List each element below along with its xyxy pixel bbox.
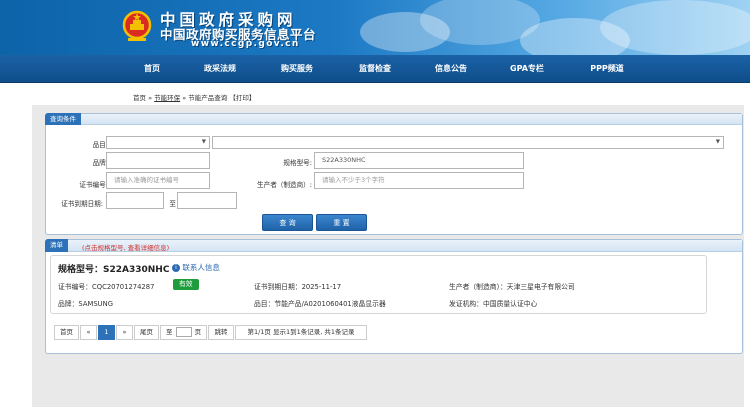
expiry-date-text: 证书到期日期：2025-11-17 xyxy=(254,283,342,291)
nav-item-announcements[interactable]: 信息公告 xyxy=(416,55,486,83)
main-nav: 首页 政采法规 购买服务 监督检查 信息公告 GPA专栏 PPP频道 xyxy=(0,55,750,83)
model-input[interactable]: S22A330NHC xyxy=(314,152,524,169)
site-header: 中国政府采购网 中国政府购买服务信息平台 www.ccgp.gov.cn xyxy=(0,0,750,55)
category-select-1[interactable]: ▼ xyxy=(106,136,210,149)
reset-button[interactable]: 重 置 xyxy=(316,214,367,231)
contact-info-label: 联系人信息 xyxy=(182,263,220,272)
nav-item-ppp[interactable]: PPP频道 xyxy=(572,55,642,83)
info-icon: i xyxy=(172,264,180,272)
query-panel: 查询条件 品目: ▼ ▼ 品牌: 规格型号: S22A330NHC 证书编号: … xyxy=(45,113,743,235)
dropdown-arrow-icon: ▼ xyxy=(715,139,720,145)
national-emblem-icon xyxy=(122,10,152,41)
results-panel-title: 清单 xyxy=(45,239,68,252)
breadcrumb-home[interactable]: 首页 xyxy=(133,94,146,102)
nav-item-home[interactable]: 首页 xyxy=(117,55,187,83)
status-badge: 有效 xyxy=(173,279,199,290)
nav-item-services[interactable]: 购买服务 xyxy=(262,55,332,83)
breadcrumb: 首页 » 节能环保 » 节能产品查询 【打印】 xyxy=(133,92,255,102)
breadcrumb-separator: » xyxy=(148,94,153,102)
category-label: 品目: xyxy=(92,141,108,149)
model-label: 规格型号: xyxy=(283,159,312,167)
pager-next[interactable]: » xyxy=(116,325,133,340)
brand-label: 品牌: xyxy=(92,159,108,167)
breadcrumb-energy[interactable]: 节能环保 xyxy=(154,94,180,102)
breadcrumb-separator: » xyxy=(182,94,187,102)
result-model-title[interactable]: 规格型号：S22A330NHC xyxy=(58,262,169,275)
category-text: 品目：节能产品/A0201060401液晶显示器 xyxy=(254,300,386,308)
manufacturer-label: 生产者（制造商）: xyxy=(257,181,312,189)
search-button[interactable]: 查 询 xyxy=(262,214,313,231)
query-panel-title: 查询条件 xyxy=(45,113,81,125)
pager-page-input[interactable] xyxy=(175,327,192,337)
results-panel-header: 清单 (点击规格型号, 查看详细信息) xyxy=(45,239,742,252)
pager-goto-prefix: 至 xyxy=(166,328,173,336)
date-range-to-label: 至 xyxy=(169,200,176,208)
pager-info: 第1/1页 显示1到1条记录, 共1条记录 xyxy=(235,325,367,340)
site-url: www.ccgp.gov.cn xyxy=(191,39,300,49)
nav-item-gpa[interactable]: GPA专栏 xyxy=(492,55,562,83)
pager-jump-button[interactable]: 跳转 xyxy=(208,325,234,340)
breadcrumb-current: 节能产品查询 xyxy=(188,94,228,102)
nav-item-supervision[interactable]: 监督检查 xyxy=(340,55,410,83)
query-panel-header: 查询条件 xyxy=(45,113,742,125)
pager-goto-suffix: 页 xyxy=(194,328,202,336)
cert-number-input[interactable]: 请输入准确的证书编号 xyxy=(106,172,210,189)
results-hint: (点击规格型号, 查看详细信息) xyxy=(82,244,170,252)
print-link[interactable]: 【打印】 xyxy=(229,94,255,102)
contact-info-link[interactable]: i 联系人信息 xyxy=(172,262,220,273)
manufacturer-input[interactable]: 请输入不少于3个字符 xyxy=(314,172,524,189)
issuer-text: 发证机构：中国质量认证中心 xyxy=(449,300,538,308)
dropdown-arrow-icon: ▼ xyxy=(201,139,206,145)
expiry-date-from-input[interactable] xyxy=(106,192,164,209)
pager-current-page[interactable]: 1 xyxy=(98,325,115,340)
manufacturer-text: 生产者（制造商）：天津三星电子有限公司 xyxy=(449,283,575,291)
cert-number-label: 证书编号: xyxy=(79,181,108,189)
nav-item-regulations[interactable]: 政采法规 xyxy=(185,55,255,83)
expiry-date-to-input[interactable] xyxy=(177,192,237,209)
category-select-2[interactable]: ▼ xyxy=(212,136,724,149)
pager-goto-group: 至 页 xyxy=(160,325,207,340)
pager-first[interactable]: 首页 xyxy=(54,325,79,340)
expiry-date-label: 证书到期日期: xyxy=(61,200,103,208)
brand-input[interactable] xyxy=(106,152,210,169)
pager-prev[interactable]: « xyxy=(80,325,97,340)
pager-last[interactable]: 尾页 xyxy=(134,325,159,340)
cert-number-text: 证书编号：CQC20701274287 xyxy=(58,283,155,291)
result-card: 规格型号：S22A330NHC i 联系人信息 证书编号：CQC20701274… xyxy=(50,255,707,314)
brand-text: 品牌：SAMSUNG xyxy=(58,300,113,308)
